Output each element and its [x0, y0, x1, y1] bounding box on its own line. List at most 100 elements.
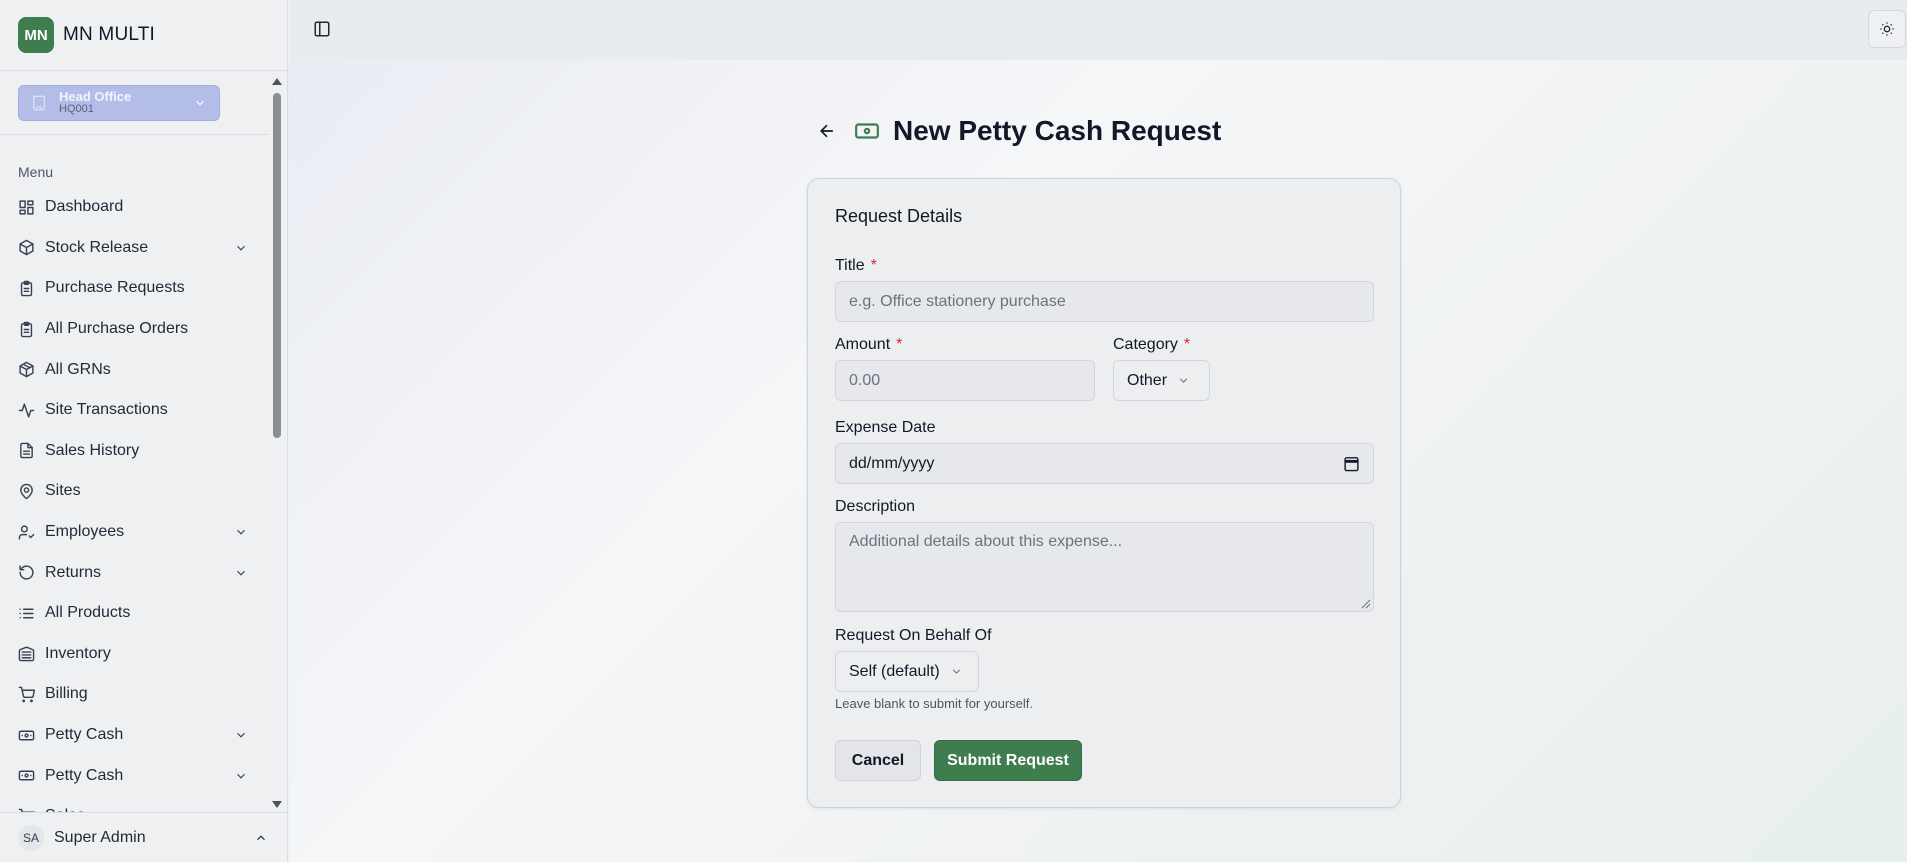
- scrollbar-thumb[interactable]: [273, 93, 281, 438]
- sidebar-item-site-transactions[interactable]: Site Transactions: [0, 390, 268, 431]
- sidebar-item-label: Petty Cash: [45, 766, 124, 784]
- category-value: Other: [1127, 371, 1168, 389]
- chevron-down-icon: [952, 669, 960, 674]
- theme-toggle-button[interactable]: [1868, 10, 1906, 48]
- scroll-down-arrow-icon[interactable]: [270, 798, 284, 810]
- sidebar-item-label: Employees: [45, 523, 125, 541]
- sidebar-item-label: Petty Cash: [45, 726, 124, 744]
- rotate-ccw-icon: [19, 565, 34, 580]
- amount-input[interactable]: [835, 360, 1095, 401]
- page-header: New Petty Cash Request: [817, 115, 1221, 147]
- sidebar-item-sites[interactable]: Sites: [0, 471, 268, 512]
- category-select[interactable]: Other: [1113, 360, 1210, 401]
- sidebar-toggle-icon[interactable]: [313, 20, 331, 38]
- arrow-left-icon[interactable]: [817, 121, 837, 141]
- brand[interactable]: MN MN MULTI: [0, 0, 287, 71]
- sidebar-item-petty-cash[interactable]: Petty Cash: [0, 715, 268, 756]
- sidebar-item-label: Billing: [45, 685, 88, 703]
- expense-date-label: Expense Date: [835, 419, 936, 436]
- chevron-down-icon: [237, 529, 245, 535]
- sidebar-item-label: All GRNs: [45, 360, 111, 378]
- title-label-text: Title: [835, 257, 865, 274]
- user-menu[interactable]: SA Super Admin: [0, 812, 288, 862]
- title-input[interactable]: [835, 281, 1374, 322]
- brand-logo: MN: [18, 17, 54, 53]
- branch-code: HQ001: [59, 103, 94, 116]
- description-textarea[interactable]: [835, 522, 1374, 612]
- chevron-up-icon: [257, 834, 265, 840]
- sidebar-item-purchase-requests[interactable]: Purchase Requests: [0, 268, 268, 309]
- sidebar-item-returns[interactable]: Returns: [0, 552, 268, 593]
- sidebar-item-all-products[interactable]: All Products: [0, 593, 268, 634]
- user-name: Super Admin: [54, 828, 146, 846]
- main-content: New Petty Cash Request Request Details T…: [289, 60, 1907, 862]
- sidebar-item-inventory[interactable]: Inventory: [0, 634, 268, 675]
- branch-name: Head Office: [59, 89, 132, 105]
- category-label: Category *: [1113, 336, 1190, 354]
- sidebar-item-all-grns[interactable]: All GRNs: [0, 349, 268, 390]
- expense-date-input[interactable]: dd/mm/yyyy: [835, 443, 1374, 484]
- sidebar-nav: Dashboard Stock Release Purchase Requests A…: [0, 187, 268, 812]
- scroll-up-arrow-icon[interactable]: [270, 76, 284, 88]
- request-form-card: Request Details Title * Amount * Category *…: [807, 178, 1401, 808]
- behalf-select[interactable]: Self (default): [835, 651, 979, 692]
- cancel-button[interactable]: Cancel: [835, 740, 921, 781]
- top-bar: [289, 0, 1907, 60]
- chevron-down-icon: [237, 245, 245, 251]
- list-icon: [19, 608, 34, 619]
- required-marker: *: [1183, 336, 1191, 353]
- clipboard-icon: [20, 280, 33, 297]
- clipboard-icon: [20, 321, 33, 337]
- amount-label: Amount *: [835, 336, 902, 354]
- package-icon: [19, 361, 34, 378]
- banknote-icon: [18, 770, 35, 781]
- behalf-value: Self (default): [849, 662, 940, 680]
- sun-icon: [1880, 22, 1894, 36]
- amount-label-text: Amount: [835, 336, 891, 353]
- warehouse-icon: [18, 646, 35, 662]
- sidebar-item-sales-history[interactable]: Sales History: [0, 431, 268, 472]
- sidebar-item-label: All Purchase Orders: [45, 320, 189, 338]
- chevron-down-icon: [1179, 378, 1188, 383]
- sidebar-item-label: Returns: [45, 563, 102, 581]
- chevron-down-icon: [237, 732, 245, 738]
- sidebar-item-label: Purchase Requests: [45, 279, 185, 297]
- sidebar-item-billing[interactable]: Billing: [0, 674, 268, 715]
- sidebar-item-employees[interactable]: Employees: [0, 512, 268, 553]
- chevron-down-icon: [237, 773, 245, 779]
- calendar-icon[interactable]: [1343, 455, 1360, 472]
- sidebar-item-all-purchase-orders[interactable]: All Purchase Orders: [0, 309, 268, 350]
- sidebar-item-label: Inventory: [45, 644, 111, 662]
- avatar: SA: [18, 824, 44, 851]
- dashboard-icon: [19, 200, 34, 215]
- sidebar-item-label: Site Transactions: [45, 401, 168, 419]
- sidebar-item-label: Sites: [45, 482, 81, 500]
- title-label: Title *: [835, 257, 877, 275]
- required-marker: *: [896, 336, 903, 353]
- building-icon: [33, 95, 45, 111]
- resize-handle-icon[interactable]: [1361, 599, 1371, 609]
- chevron-down-icon: [196, 100, 204, 106]
- description-wrapper: [835, 522, 1374, 612]
- branch-selector[interactable]: Head Office HQ001: [18, 85, 220, 121]
- required-marker: *: [870, 257, 877, 274]
- branch-selector-section: Head Office HQ001: [0, 71, 268, 135]
- chevron-down-icon: [237, 570, 245, 576]
- card-title: Request Details: [835, 206, 963, 226]
- sidebar-scrollbar[interactable]: [270, 73, 284, 811]
- file-text-icon: [20, 443, 33, 459]
- banknote-icon: [18, 730, 35, 740]
- category-label-text: Category: [1113, 336, 1178, 353]
- sidebar-item-sales[interactable]: Sales: [0, 796, 268, 812]
- brand-name: MN MULTI: [63, 24, 156, 45]
- activity-icon: [18, 403, 35, 418]
- map-pin-icon: [20, 483, 33, 500]
- behalf-label: Request On Behalf Of: [835, 627, 992, 644]
- submit-request-button[interactable]: Submit Request: [934, 740, 1082, 781]
- behalf-hint: Leave blank to submit for yourself.: [835, 696, 1033, 711]
- sidebar-item-stock-release[interactable]: Stock Release: [0, 228, 268, 269]
- sidebar-item-petty-cash[interactable]: Petty Cash: [0, 755, 268, 796]
- sidebar: MN MN MULTI Head Office HQ001 Menu Dashb…: [0, 0, 288, 862]
- page-title: New Petty Cash Request: [893, 115, 1222, 146]
- sidebar-item-dashboard[interactable]: Dashboard: [0, 187, 268, 228]
